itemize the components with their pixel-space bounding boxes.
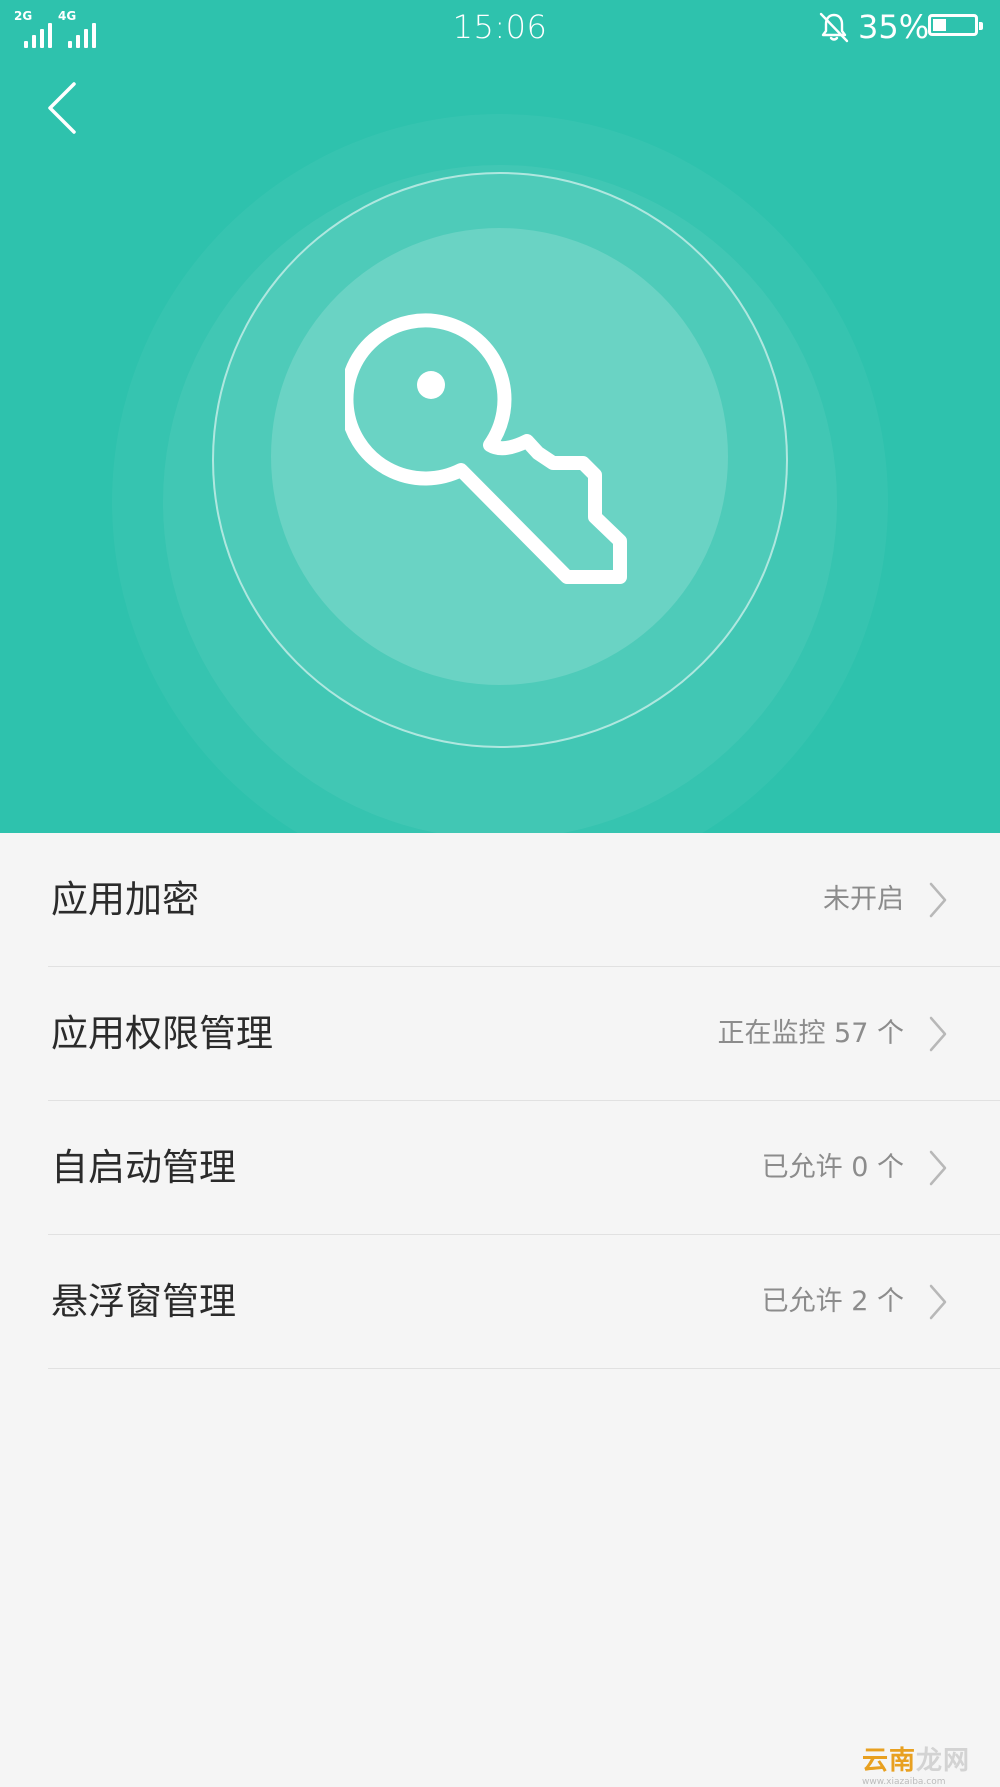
watermark-url: www.xiazaiba.com xyxy=(862,1777,946,1787)
app-encryption-status: 未开启 xyxy=(823,884,904,915)
chevron-right-icon xyxy=(929,882,947,918)
chevron-right-icon xyxy=(929,1284,947,1320)
battery-level-fill xyxy=(933,19,946,31)
app-permission-status: 正在监控 57 个 xyxy=(717,1018,904,1049)
status-bar: 2G 4G 15:06 35% xyxy=(0,0,1000,54)
chevron-right-icon xyxy=(929,1150,947,1186)
hero-header: 2G 4G 15:06 35% xyxy=(0,0,1000,833)
key-icon xyxy=(345,313,627,584)
watermark-logo: 云南龙网 www.xiazaiba.com xyxy=(862,1740,970,1787)
app-permission-row[interactable]: 应用权限管理 正在监控 57 个 xyxy=(0,967,1000,1101)
autostart-status: 已允许 0 个 xyxy=(761,1152,904,1183)
divider xyxy=(48,1368,1000,1369)
app-encryption-row[interactable]: 应用加密 未开启 xyxy=(0,833,1000,967)
bell-muted-icon xyxy=(819,12,849,43)
autostart-row[interactable]: 自启动管理 已允许 0 个 xyxy=(0,1101,1000,1235)
floating-window-row[interactable]: 悬浮窗管理 已允许 2 个 xyxy=(0,1235,1000,1369)
chevron-right-icon xyxy=(929,1016,947,1052)
battery-icon xyxy=(928,14,983,36)
app-encryption-label: 应用加密 xyxy=(51,878,199,921)
settings-list: 应用加密 未开启 应用权限管理 正在监控 57 个 自启动管理 已允许 0 个 … xyxy=(0,833,1000,1369)
chevron-left-icon xyxy=(48,82,76,134)
floating-window-status: 已允许 2 个 xyxy=(761,1286,904,1317)
autostart-label: 自启动管理 xyxy=(51,1146,236,1189)
back-button[interactable] xyxy=(40,78,90,138)
watermark-accent: 云南 xyxy=(862,1746,917,1776)
battery-percent: 35% xyxy=(858,8,930,46)
app-permission-label: 应用权限管理 xyxy=(51,1012,273,1055)
floating-window-label: 悬浮窗管理 xyxy=(51,1280,236,1323)
watermark-rest: 龙网 xyxy=(916,1746,971,1776)
